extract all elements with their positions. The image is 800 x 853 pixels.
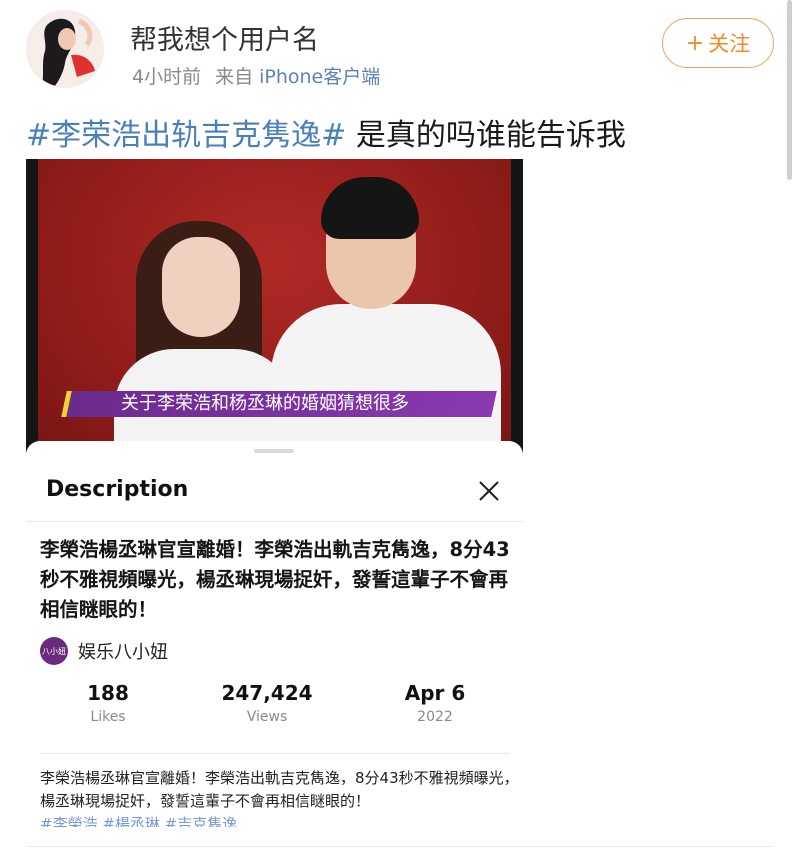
avatar-illustration [27,11,103,87]
views-stat: 247,424 Views [207,681,327,725]
video-letterbox-left [26,159,38,449]
man-shirt [271,304,501,454]
channel-avatar: 八小妞 [40,637,68,665]
woman-face [162,237,240,337]
video-subtitle: 关于李荣浩和杨丞琳的婚姻猜想很多 [121,393,409,414]
description-title: Description [46,477,189,502]
drag-handle[interactable] [254,449,294,453]
publish-year: 2022 [417,709,453,725]
channel-name: 娱乐八小妞 [78,642,168,663]
date-stat: Apr 6 2022 [375,681,495,725]
embedded-screenshot[interactable]: 关于李荣浩和杨丞琳的婚姻猜想很多 Description 李榮浩楊丞琳官宣離婚！… [26,159,523,829]
likes-count: 188 [87,681,129,705]
post-meta: 4小时前 来自 iPhone客户端 [132,62,380,89]
user-avatar[interactable] [26,10,104,88]
video-letterbox-right [511,159,523,449]
follow-label: 关注 [708,32,751,56]
from-label: 来自 [215,66,254,88]
video-headline: 李榮浩楊丞琳官宣離婚！李榮浩出軌吉克雋逸，8分43秒不雅視頻曝光，楊丞琳現場捉奸… [40,538,510,621]
post-time: 4小时前 [132,66,202,88]
topic-link[interactable]: #李荣浩出轨吉克隽逸# [26,118,346,153]
client-link[interactable]: iPhone客户端 [259,66,380,88]
description-sheet: Description 李榮浩楊丞琳官宣離婚！李榮浩出軌吉克雋逸，8分43秒不雅… [26,441,523,829]
follow-button[interactable]: + 关注 [662,18,774,68]
post-text: #李荣浩出轨吉克隽逸# 是真的吗谁能告诉我 [26,110,626,154]
publish-date: Apr 6 [404,681,466,705]
stats-row: 188 Likes 247,424 Views Apr 6 2022 [26,681,523,741]
close-icon[interactable] [475,477,503,505]
divider [26,846,774,847]
channel-row[interactable]: 八小妞 娱乐八小妞 [40,637,168,665]
username[interactable]: 帮我想个用户名 [130,18,319,57]
views-count: 247,424 [221,681,313,705]
post-body: 是真的吗谁能告诉我 [346,118,626,153]
likes-stat: 188 Likes [48,681,168,725]
description-body: 李榮浩楊丞琳官宣離婚！李榮浩出軌吉克雋逸，8分43秒不雅視頻曝光，楊丞琳現場捉奸… [40,769,519,810]
views-label: Views [246,709,288,725]
divider [26,521,523,522]
scrollbar[interactable] [787,0,792,180]
divider [40,753,510,754]
video-frame[interactable]: 关于李荣浩和杨丞琳的婚姻猜想很多 [26,159,523,459]
likes-label: Likes [90,709,126,725]
hashtags[interactable]: #李榮浩 #楊丞琳 #吉克雋逸 [40,813,237,827]
plus-icon: + [685,30,705,56]
